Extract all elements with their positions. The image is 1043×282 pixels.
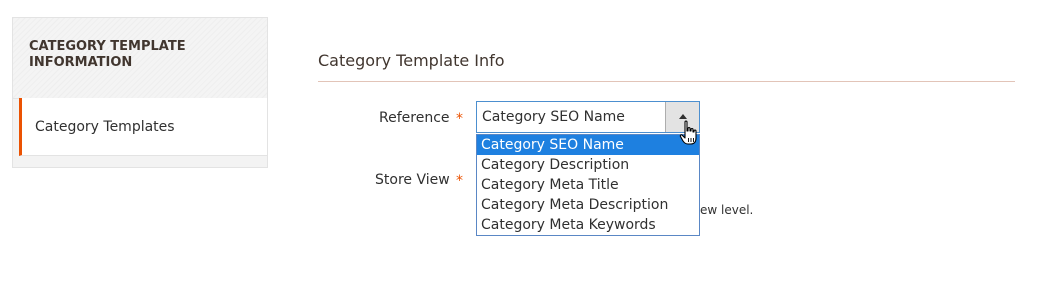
store-view-required-mark: * bbox=[456, 173, 463, 189]
reference-select-value: Category SEO Name bbox=[482, 109, 625, 125]
sidebar: CATEGORY TEMPLATE INFORMATION Category T… bbox=[12, 17, 268, 168]
sidebar-item-category-templates[interactable]: Category Templates bbox=[19, 98, 267, 156]
caret-up-icon bbox=[679, 114, 687, 119]
reference-label: Reference bbox=[379, 110, 450, 126]
sidebar-item-label: Category Templates bbox=[35, 119, 175, 135]
section-title: Category Template Info bbox=[318, 51, 505, 70]
dropdown-option[interactable]: Category Description bbox=[477, 155, 699, 175]
dropdown-option[interactable]: Category Meta Description bbox=[477, 195, 699, 215]
reference-select[interactable]: Category SEO Name bbox=[476, 101, 700, 133]
dropdown-option[interactable]: Category Meta Keywords bbox=[477, 215, 699, 235]
store-view-label: Store View bbox=[375, 172, 450, 188]
dropdown-option[interactable]: Category Meta Title bbox=[477, 175, 699, 195]
dropdown-option[interactable]: Category SEO Name bbox=[477, 135, 699, 155]
sidebar-header: CATEGORY TEMPLATE INFORMATION bbox=[13, 18, 267, 99]
sidebar-title: CATEGORY TEMPLATE INFORMATION bbox=[29, 39, 186, 70]
store-view-hint: ew level. bbox=[700, 203, 754, 217]
reference-required-mark: * bbox=[456, 111, 463, 127]
reference-dropdown-list: Category SEO Name Category Description C… bbox=[476, 134, 700, 236]
section-divider bbox=[318, 81, 1015, 82]
hand-cursor-icon bbox=[679, 120, 697, 145]
